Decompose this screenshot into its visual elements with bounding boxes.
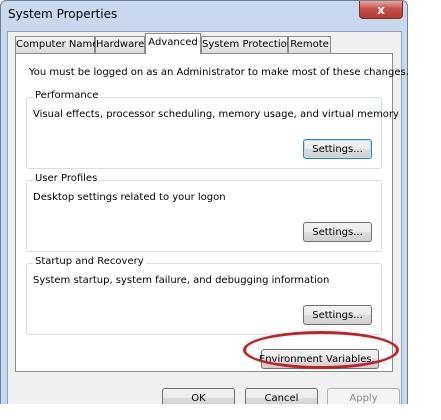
user-profiles-settings-button[interactable]: Settings... <box>303 222 372 242</box>
bottom-margin <box>0 404 441 420</box>
window-title: System Properties <box>8 7 118 21</box>
user-profiles-description: Desktop settings related to your logon <box>33 192 226 203</box>
admin-message: You must be logged on as an Administrato… <box>29 67 409 78</box>
close-icon: x <box>377 2 385 17</box>
user-profiles-group: User Profiles Desktop settings related t… <box>26 173 382 252</box>
startup-recovery-settings-button[interactable]: Settings... <box>303 305 372 325</box>
startup-recovery-title: Startup and Recovery <box>33 256 146 267</box>
dialog-client-area: Computer Name Hardware Advanced System P… <box>7 31 409 413</box>
performance-description: Visual effects, processor scheduling, me… <box>33 109 399 120</box>
tab-hardware[interactable]: Hardware <box>95 36 145 53</box>
tab-remote[interactable]: Remote <box>288 36 331 53</box>
performance-group: Performance Visual effects, processor sc… <box>26 90 399 169</box>
tab-advanced[interactable]: Advanced <box>145 33 201 54</box>
system-properties-window: System Properties x Computer Name Hardwa… <box>0 0 409 418</box>
performance-settings-button[interactable]: Settings... <box>303 139 372 159</box>
startup-recovery-group: Startup and Recovery System startup, sys… <box>26 256 382 335</box>
tab-computer-name[interactable]: Computer Name <box>15 36 98 53</box>
tab-system-protection[interactable]: System Protection <box>201 36 293 53</box>
user-profiles-title: User Profiles <box>33 173 100 184</box>
advanced-tab-panel: You must be logged on as an Administrato… <box>15 53 409 372</box>
performance-title: Performance <box>33 90 101 101</box>
environment-variables-button[interactable]: Environment Variables... <box>259 349 381 369</box>
startup-recovery-description: System startup, system failure, and debu… <box>33 275 330 286</box>
close-button[interactable]: x <box>359 1 403 19</box>
